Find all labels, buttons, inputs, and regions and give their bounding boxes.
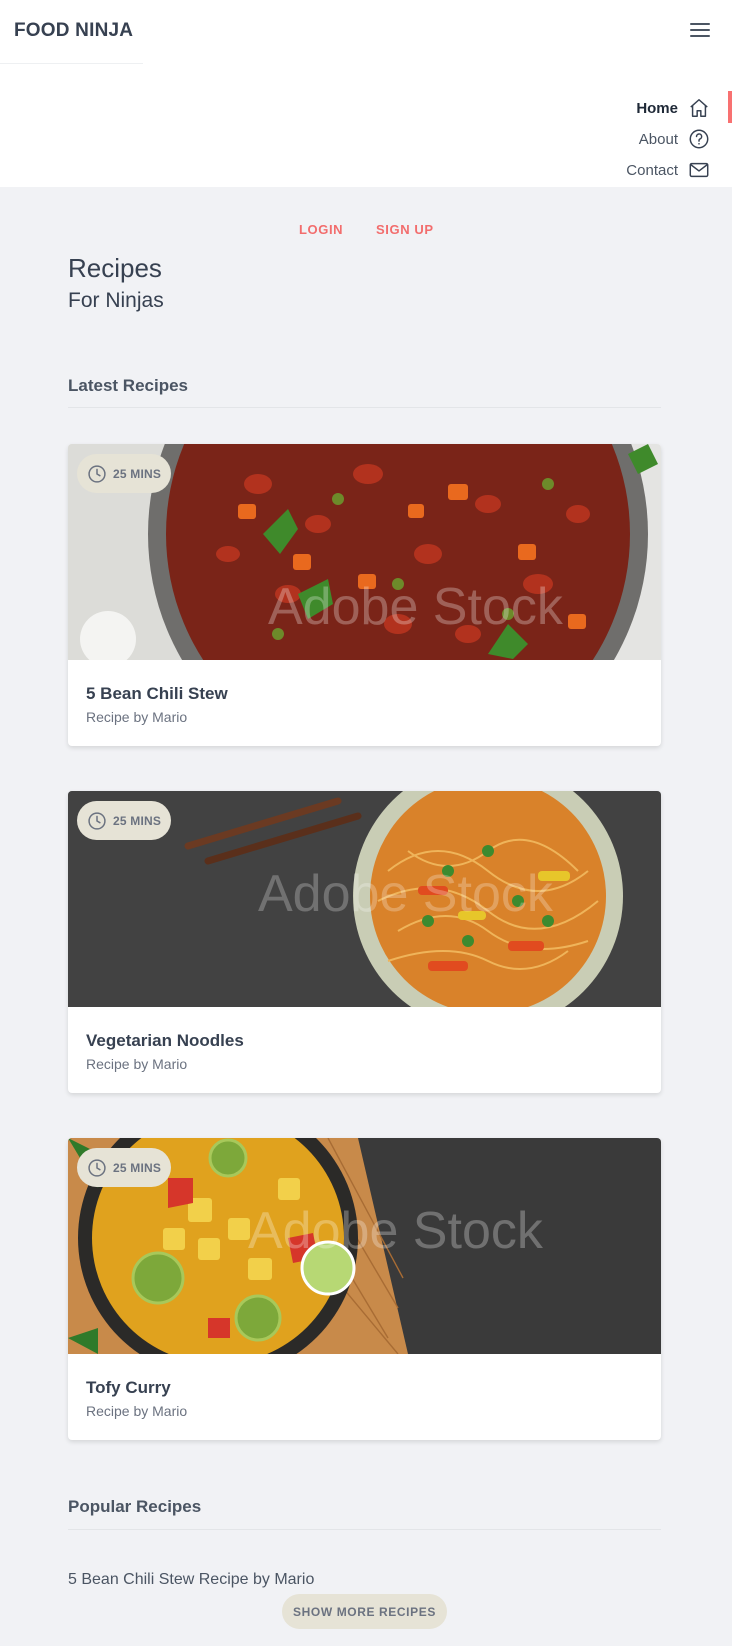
show-more-recipes-button[interactable]: SHOW MORE RECIPES bbox=[282, 1594, 447, 1629]
recipe-card[interactable]: Adobe Stock 25 MINS Tofy Curry Recipe by… bbox=[68, 1138, 661, 1440]
watermark-text: Adobe Stock bbox=[258, 865, 554, 923]
brand-box: FOOD NINJA bbox=[0, 0, 143, 64]
recipe-author: Recipe by Mario bbox=[86, 1403, 188, 1419]
cook-time-badge: 25 MINS bbox=[77, 454, 172, 493]
nav-item-label: Contact bbox=[626, 161, 678, 179]
page-subtitle: For Ninjas bbox=[68, 289, 164, 312]
watermark-text: Adobe Stock bbox=[268, 578, 564, 636]
recipe-author: Recipe by Mario bbox=[86, 1056, 188, 1072]
top-header: FOOD NINJA Home About Contact bbox=[0, 0, 732, 187]
active-nav-indicator bbox=[728, 91, 732, 123]
watermark-text: Adobe Stock bbox=[248, 1202, 544, 1260]
popular-recipe-item[interactable]: 5 Bean Chili Stew Recipe by Mario bbox=[68, 1571, 314, 1589]
popular-recipes-heading: Popular Recipes bbox=[68, 1497, 202, 1516]
clock-icon bbox=[88, 811, 106, 830]
recipe-title[interactable]: Tofy Curry bbox=[86, 1378, 171, 1398]
nav-item-contact[interactable]: Contact bbox=[626, 158, 710, 182]
nav-item-about[interactable]: About bbox=[639, 127, 710, 151]
latest-recipes-heading: Latest Recipes bbox=[68, 376, 188, 395]
mail-icon bbox=[689, 162, 709, 178]
cook-time-label: 25 MINS bbox=[113, 813, 162, 828]
question-circle-icon bbox=[689, 129, 709, 149]
recipe-card[interactable]: Adobe Stock 25 MINS Vegetarian Noodles R… bbox=[68, 791, 661, 1093]
section-divider bbox=[68, 1529, 661, 1530]
page: FOOD NINJA Home About Contact LOGIN SIGN… bbox=[0, 0, 732, 1646]
recipe-card[interactable]: Adobe Stock 25 MINS 5 Bean Chili Stew Re… bbox=[68, 444, 661, 746]
cook-time-label: 25 MINS bbox=[113, 1160, 162, 1175]
nav-item-home[interactable]: Home bbox=[636, 96, 710, 120]
recipe-title[interactable]: 5 Bean Chili Stew bbox=[86, 684, 228, 704]
nav-item-label: Home bbox=[636, 99, 678, 117]
brand-logo[interactable]: FOOD NINJA bbox=[14, 20, 133, 42]
recipe-author: Recipe by Mario bbox=[86, 709, 188, 725]
section-divider bbox=[68, 407, 661, 408]
hamburger-menu-icon[interactable] bbox=[688, 20, 714, 42]
home-icon bbox=[690, 99, 708, 117]
login-link[interactable]: LOGIN bbox=[299, 222, 343, 237]
cook-time-badge: 25 MINS bbox=[77, 801, 172, 840]
clock-icon bbox=[88, 464, 106, 483]
cook-time-badge: 25 MINS bbox=[77, 1148, 172, 1187]
signup-link[interactable]: SIGN UP bbox=[376, 222, 434, 237]
page-title: Recipes bbox=[68, 253, 162, 283]
clock-icon bbox=[88, 1158, 106, 1177]
recipe-title[interactable]: Vegetarian Noodles bbox=[86, 1031, 244, 1051]
nav-item-label: About bbox=[638, 130, 678, 148]
cook-time-label: 25 MINS bbox=[113, 466, 162, 481]
